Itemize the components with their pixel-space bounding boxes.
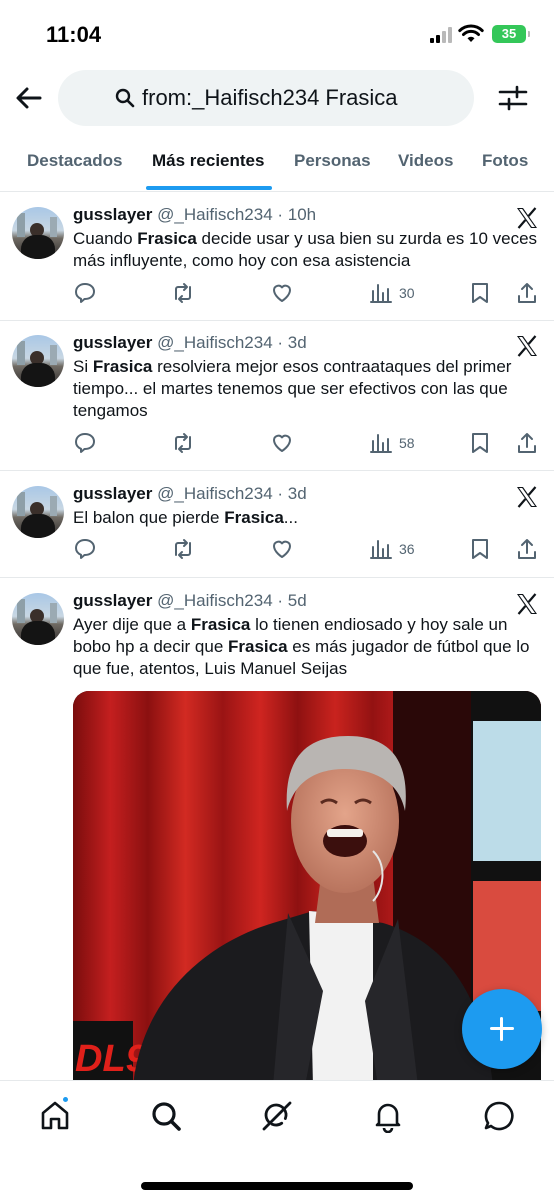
active-tab-indicator — [146, 186, 272, 190]
views-icon[interactable]: 30 — [369, 280, 415, 306]
explore-icon[interactable] — [149, 1099, 183, 1133]
home-notification-dot — [61, 1095, 70, 1104]
tab-mas-recientes[interactable]: Más recientes — [152, 151, 264, 171]
bookmark-icon[interactable] — [468, 280, 492, 306]
x-logo-icon — [517, 486, 537, 508]
tweet[interactable]: gusslayer @_Haifisch234 · 10h Cuando Fra… — [0, 193, 554, 321]
author-name[interactable]: gusslayer — [73, 205, 152, 224]
reply-icon[interactable] — [73, 280, 97, 306]
back-arrow-icon[interactable] — [14, 83, 44, 113]
reply-icon[interactable] — [73, 430, 97, 456]
cellular-signal-icon — [430, 27, 456, 43]
tweet-header: gusslayer @_Haifisch234 · 5d — [73, 591, 307, 611]
compose-plus-icon[interactable] — [462, 989, 542, 1069]
like-icon[interactable] — [270, 280, 294, 306]
x-logo-icon — [517, 207, 537, 229]
home-indicator — [141, 1182, 413, 1190]
repost-icon[interactable] — [171, 280, 195, 306]
battery-indicator: 35 — [492, 25, 530, 43]
tab-fotos[interactable]: Fotos — [482, 151, 528, 171]
views-count: 58 — [399, 435, 415, 451]
tweet-header: gusslayer @_Haifisch234 · 3d — [73, 333, 307, 353]
x-logo-icon — [517, 593, 537, 615]
tweet-actions: 58 — [73, 430, 543, 456]
search-input[interactable]: from:_Haifisch234 Frasica — [58, 70, 474, 126]
filter-sliders-icon[interactable] — [498, 84, 528, 112]
author-handle-time: @_Haifisch234 · 10h — [157, 205, 317, 224]
tweet[interactable]: gusslayer @_Haifisch234 · 3d El balon qu… — [0, 472, 554, 578]
avatar[interactable] — [12, 335, 64, 387]
grok-icon[interactable] — [260, 1099, 294, 1133]
avatar[interactable] — [12, 593, 64, 645]
views-icon[interactable]: 36 — [369, 536, 415, 562]
tweet-header: gusslayer @_Haifisch234 · 10h — [73, 205, 316, 225]
tweet-text: Si Frasica resolviera mejor esos contraa… — [73, 357, 512, 420]
share-icon[interactable] — [515, 280, 539, 306]
share-icon[interactable] — [515, 430, 539, 456]
author-handle-time: @_Haifisch234 · 3d — [157, 333, 307, 352]
like-icon[interactable] — [270, 430, 294, 456]
author-handle-time: @_Haifisch234 · 3d — [157, 484, 307, 503]
author-name[interactable]: gusslayer — [73, 484, 152, 503]
author-name[interactable]: gusslayer — [73, 591, 152, 610]
share-icon[interactable] — [515, 536, 539, 562]
views-icon[interactable]: 58 — [369, 430, 415, 456]
notifications-icon[interactable] — [371, 1099, 405, 1134]
tab-destacados[interactable]: Destacados — [27, 151, 122, 171]
avatar[interactable] — [12, 486, 64, 538]
tweet-actions: 36 — [73, 536, 543, 562]
repost-icon[interactable] — [171, 536, 195, 562]
status-bar: 11:04 35 — [0, 0, 554, 66]
home-icon[interactable] — [38, 1099, 72, 1133]
search-icon — [115, 88, 135, 108]
messages-icon[interactable] — [482, 1099, 516, 1133]
tweet-actions: 30 — [73, 280, 543, 306]
tab-personas[interactable]: Personas — [294, 151, 371, 171]
reply-icon[interactable] — [73, 536, 97, 562]
tweet-text: Ayer dije que a Frasica lo tienen endios… — [73, 615, 530, 678]
tweet-text: Cuando Frasica decide usar y usa bien su… — [73, 229, 538, 270]
tweet[interactable]: gusslayer @_Haifisch234 · 3d Si Frasica … — [0, 321, 554, 471]
repost-icon[interactable] — [171, 430, 195, 456]
search-query: from:_Haifisch234 Frasica — [142, 85, 398, 110]
wifi-icon — [458, 24, 484, 42]
views-count: 30 — [399, 285, 415, 301]
tweet-text: El balon que pierde Frasica... — [73, 508, 298, 527]
status-time: 11:04 — [46, 22, 102, 47]
author-name[interactable]: gusslayer — [73, 333, 152, 352]
tab-videos[interactable]: Videos — [398, 151, 453, 171]
x-logo-icon — [517, 335, 537, 357]
author-handle-time: @_Haifisch234 · 5d — [157, 591, 307, 610]
bookmark-icon[interactable] — [468, 430, 492, 456]
views-count: 36 — [399, 541, 415, 557]
avatar[interactable] — [12, 207, 64, 259]
bookmark-icon[interactable] — [468, 536, 492, 562]
search-tabs: Destacados Más recientes Personas Videos… — [0, 136, 554, 192]
like-icon[interactable] — [270, 536, 294, 562]
tweet-header: gusslayer @_Haifisch234 · 3d — [73, 484, 307, 504]
